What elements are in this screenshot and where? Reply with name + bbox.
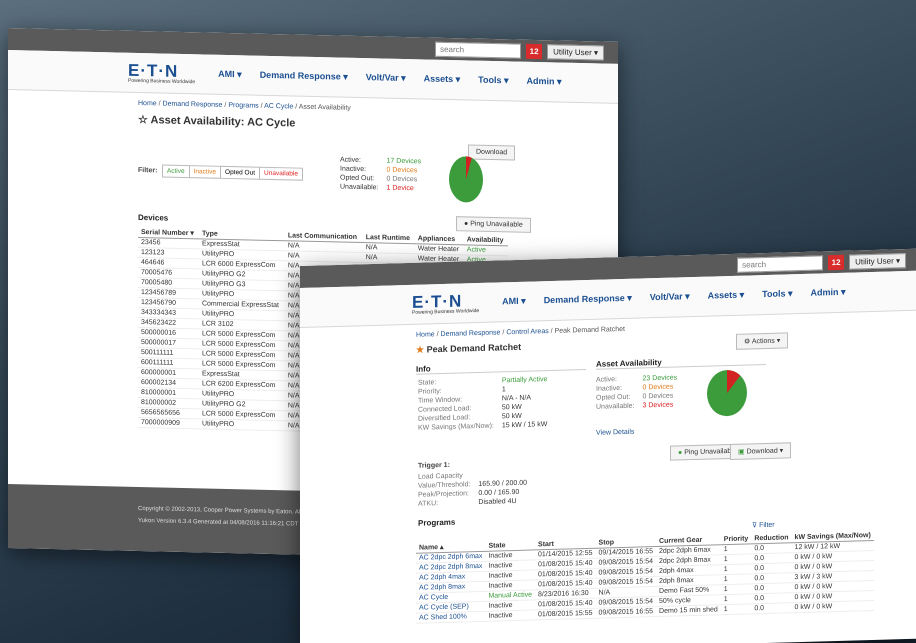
menu-assets[interactable]: Assets ▾: [415, 73, 470, 85]
trigger-label: ATKU:: [418, 500, 439, 508]
info-table: State: Partially Active Priority: 1 Time W…: [414, 375, 551, 433]
avail-label: Unavailable:: [596, 402, 635, 411]
info-title: Info: [416, 360, 586, 375]
view-details-link[interactable]: View Details: [596, 429, 634, 437]
table-cell: 7000000909: [138, 417, 199, 429]
crumb-current: Asset Availability: [298, 103, 351, 112]
download-button[interactable]: ▣ Download ▾: [730, 442, 792, 460]
crumb-home[interactable]: Home: [138, 100, 157, 107]
menu-admin[interactable]: Admin ▾: [518, 76, 571, 88]
programs-title: Programs: [418, 517, 456, 528]
filter-active[interactable]: Active: [161, 164, 190, 179]
menu-demand-response[interactable]: Demand Response ▾: [251, 70, 357, 83]
eaton-logo[interactable]: E·T·N Powering Business Worldwide: [412, 291, 479, 315]
search-input[interactable]: search: [737, 254, 824, 273]
table-cell: UtilityPRO: [198, 418, 285, 431]
search-input[interactable]: search: [435, 41, 522, 59]
info-kw-savings: 15 kW / 15 kW: [501, 421, 548, 430]
info-label: KW Savings (Max/Now):: [418, 422, 494, 432]
menu-ami[interactable]: AMI ▾: [493, 295, 535, 307]
programs-table: Name ▴ State Start Stop Current Gear Pri…: [416, 529, 874, 624]
filter-bar: Filter: Active Inactive Opted Out Unavailab…: [138, 159, 303, 181]
menu-assets[interactable]: Assets ▾: [699, 289, 754, 302]
trigger-table: Load Capacity Value/Threshold: 165.90 / 2…: [414, 470, 531, 509]
availability-stats: Active: 17 Devices Inactive: 0 Devices Opt…: [336, 155, 425, 193]
table-cell: 01/08/2015 15:55: [535, 608, 596, 620]
menu-tools[interactable]: Tools ▾: [753, 288, 801, 300]
menu-voltvar[interactable]: Volt/Var ▾: [357, 72, 415, 84]
actions-button[interactable]: ⚙ Actions ▾: [736, 332, 789, 350]
crumb-programs[interactable]: Programs: [228, 102, 258, 110]
table-cell: 0 kW / 0 kW: [791, 600, 874, 613]
menu-voltvar[interactable]: Volt/Var ▾: [641, 291, 699, 304]
filter-unavailable[interactable]: Unavailable: [259, 166, 303, 181]
crumb-control-areas[interactable]: Control Areas: [506, 328, 548, 336]
crumb-home[interactable]: Home: [416, 331, 435, 339]
availability-stats: Active: 23 Devices Inactive: 0 Devices Opt…: [592, 373, 681, 411]
avail-unavailable[interactable]: 3 Devices: [639, 400, 682, 410]
stat-label: Unavailable:: [340, 183, 379, 192]
availability-pie-chart: [707, 370, 747, 417]
crumb-accycle[interactable]: AC Cycle: [264, 103, 293, 111]
user-menu[interactable]: Utility User ▾: [849, 252, 906, 270]
menu-admin[interactable]: Admin ▾: [802, 287, 855, 299]
devices-title: Devices: [138, 212, 169, 223]
ping-unavailable-button[interactable]: ● Ping Unavailable: [456, 216, 531, 233]
front-screen: search 12 Utility User ▾ E·T·N Powering B…: [300, 248, 916, 643]
user-menu[interactable]: Utility User ▾: [547, 43, 604, 61]
trigger-value: Disabled 4U: [478, 497, 517, 507]
filter-inactive[interactable]: Inactive: [188, 165, 222, 179]
program-link[interactable]: AC Shed 100%: [416, 611, 486, 624]
table-cell: Inactive: [485, 609, 536, 622]
table-cell: 0.0: [751, 602, 792, 614]
filter-opted-out[interactable]: Opted Out: [220, 165, 261, 180]
notification-badge[interactable]: 12: [526, 43, 543, 59]
stat-unavailable[interactable]: 1 Device: [383, 183, 426, 193]
menu-demand-response[interactable]: Demand Response ▾: [535, 292, 641, 306]
crumb-dr[interactable]: Demand Response: [163, 101, 223, 109]
table-cell: 1: [720, 603, 752, 615]
availability-pie-chart: [449, 156, 483, 203]
star-icon[interactable]: ★: [416, 345, 424, 355]
notification-badge[interactable]: 12: [828, 254, 845, 270]
table-cell: 09/08/2015 16:55: [595, 606, 657, 619]
trigger-title: Trigger 1:: [418, 461, 450, 470]
table-cell: Demo 15 min shed: [656, 604, 721, 617]
menu-ami[interactable]: AMI ▾: [209, 69, 251, 81]
filter-label: Filter:: [138, 166, 158, 175]
eaton-logo[interactable]: E·T·N Powering Business Worldwide: [128, 60, 195, 85]
menu-tools[interactable]: Tools ▾: [469, 74, 517, 86]
filter-link[interactable]: ⊽ Filter: [752, 521, 775, 530]
